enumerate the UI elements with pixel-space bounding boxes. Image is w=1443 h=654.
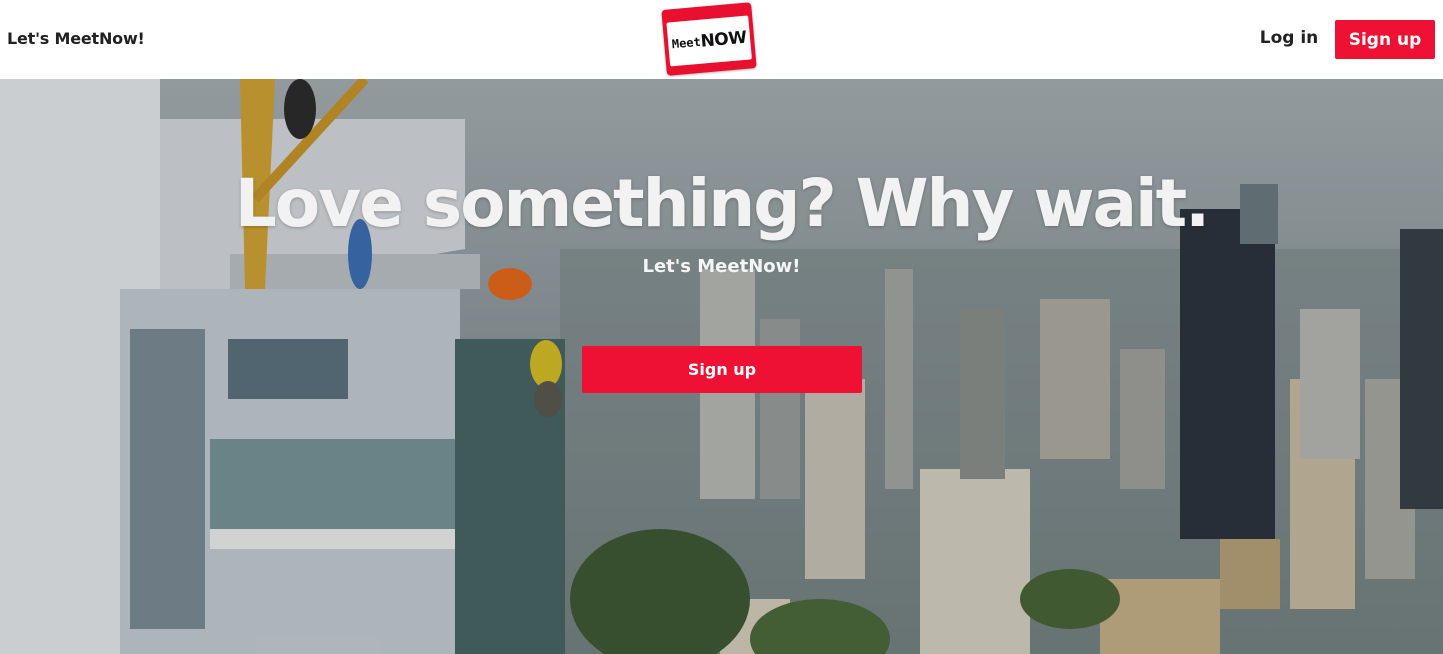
logo-now-text: NOW: [699, 27, 748, 52]
hero-subline: Let's MeetNow!: [642, 256, 801, 277]
top-navigation-bar: Let's MeetNow! Meet NOW Log in Sign up: [0, 0, 1443, 79]
meetnow-logo[interactable]: Meet NOW: [661, 2, 757, 76]
hero-section: Love something? Why wait. Let's MeetNow!…: [0, 79, 1443, 654]
signup-button-header[interactable]: Sign up: [1335, 20, 1435, 59]
login-link[interactable]: Log in: [1257, 28, 1321, 50]
logo-meet-text: Meet: [671, 34, 702, 52]
logo-label: Meet NOW: [666, 15, 752, 67]
hero-headline: Love something? Why wait.: [234, 165, 1211, 242]
signup-button-hero[interactable]: Sign up: [582, 346, 862, 393]
brand-tagline: Let's MeetNow!: [7, 29, 145, 48]
